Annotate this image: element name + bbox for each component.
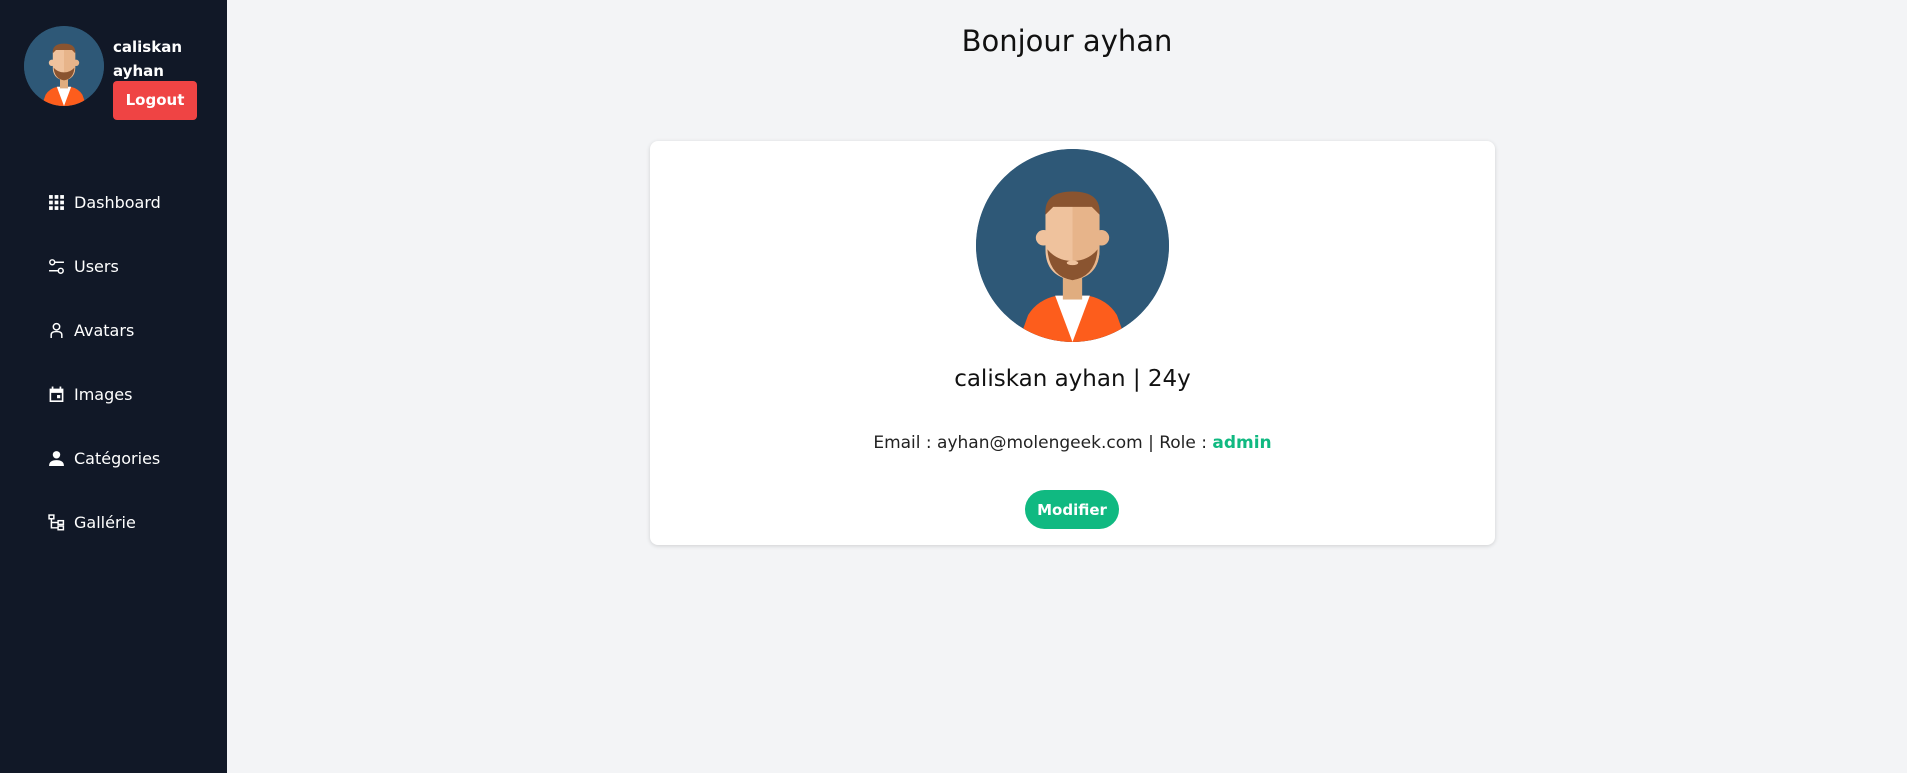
sliders-icon [48,258,65,275]
sidebar-item-users[interactable]: Users [48,234,208,298]
email-label: Email : [873,433,938,453]
calendar-icon [48,386,65,403]
profile-card: caliskan ayhan | 24y Email : ayhan@molen… [650,141,1495,545]
email-value: ayhan@molengeek.com [937,433,1143,453]
sidebar-nav: Dashboard Users Avatars Images Catégorie… [48,170,208,554]
hierarchy-icon [48,513,65,531]
sidebar-item-label: Users [74,256,119,276]
sidebar-item-label: Avatars [74,320,135,340]
main-content: Bonjour ayhan caliskan ayhan | 24y Email… [227,0,1907,773]
app: caliskan ayhan Logout Dashboard Users Av… [0,0,1907,773]
sidebar-item-label: Images [74,384,133,404]
role-badge: admin [1212,433,1272,453]
sidebar-item-label: Dashboard [74,192,161,212]
sidebar-item-categories[interactable]: Catégories [48,426,208,490]
sidebar-profile: caliskan ayhan Logout [24,26,197,120]
user-details: Email : ayhan@molengeek.com | Role : adm… [650,433,1495,453]
sidebar-item-images[interactable]: Images [48,362,208,426]
sidebar-item-gallery[interactable]: Gallérie [48,490,208,554]
user-icon [48,450,65,467]
user-outline-icon [48,322,65,339]
sidebar: caliskan ayhan Logout Dashboard Users Av… [0,0,227,773]
sidebar-item-label: Catégories [74,448,161,468]
user-name-age: caliskan ayhan | 24y [954,366,1191,392]
sidebar-item-avatars[interactable]: Avatars [48,298,208,362]
profile-info: caliskan ayhan Logout [113,26,197,120]
role-label: | Role : [1142,433,1213,453]
profile-name: caliskan ayhan [113,38,183,80]
modify-button[interactable]: Modifier [1025,490,1119,529]
avatar [976,149,1169,342]
sidebar-item-label: Gallérie [74,512,136,532]
logout-button[interactable]: Logout [113,81,197,120]
grid-icon [48,194,65,211]
sidebar-item-dashboard[interactable]: Dashboard [48,170,208,234]
page-title: Bonjour ayhan [961,24,1173,58]
avatar [24,26,104,106]
